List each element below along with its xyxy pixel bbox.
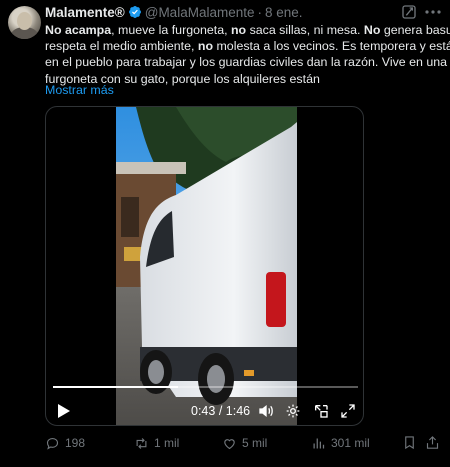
time-separator: /	[215, 404, 226, 418]
author-handle[interactable]: @MalaMalamente	[145, 5, 255, 20]
show-more-link[interactable]: Mostrar más	[45, 83, 114, 97]
duration: 1:46	[225, 404, 251, 418]
bold-text: No acampa	[45, 23, 112, 37]
author-name[interactable]: Malamente®	[45, 5, 125, 20]
play-icon[interactable]	[58, 404, 70, 418]
pip-icon[interactable]	[313, 403, 329, 419]
avatar[interactable]	[8, 6, 41, 39]
like-icon	[224, 438, 235, 449]
tweet-text-line: No acampa, mueve la furgoneta, no saca s…	[45, 22, 450, 38]
tweet-date[interactable]: 8 ene.	[265, 5, 303, 20]
views-icon	[313, 438, 325, 448]
reply-button[interactable]: 198	[45, 433, 85, 453]
grok-icon[interactable]	[401, 4, 417, 20]
bold-text: no	[230, 23, 247, 37]
text-run: saca sillas, ni mesa.	[246, 23, 364, 37]
bold-text: no	[197, 39, 214, 54]
verified-badge-icon	[128, 6, 141, 18]
tweet-text: No acampa, mueve la furgoneta, no saca s…	[45, 22, 450, 87]
tweet-text-line: respeta el medio ambiente, no molesta a …	[45, 38, 450, 54]
more-icon[interactable]	[423, 2, 443, 22]
bookmark-icon[interactable]	[402, 435, 417, 450]
tweet-header: Malamente® @MalaMalamente · 8 ene.	[45, 4, 303, 20]
like-button[interactable]: 5 mil	[222, 433, 267, 453]
tweet[interactable]: Malamente® @MalaMalamente · 8 ene. No ac…	[0, 0, 450, 467]
text-run: en el pueblo para trabajar y los guardia…	[45, 55, 448, 70]
video-controls: 0:43 / 1:46	[46, 377, 363, 425]
header-separator: ·	[257, 4, 262, 20]
progress-fill[interactable]	[53, 386, 178, 388]
fullscreen-icon[interactable]	[340, 403, 356, 419]
text-run: respeta el medio ambiente,	[45, 39, 198, 54]
action-bar: 198 1 mil 5 mil 301 mil	[0, 433, 450, 453]
repost-button[interactable]: 1 mil	[134, 433, 179, 453]
views-button[interactable]: 301 mil	[311, 433, 370, 453]
settings-icon[interactable]	[285, 403, 301, 419]
text-run: , mueve la furgoneta,	[111, 23, 231, 37]
repost-count: 1 mil	[154, 436, 180, 450]
share-icon[interactable]	[425, 435, 440, 450]
volume-icon[interactable]	[258, 403, 274, 419]
like-count: 5 mil	[242, 436, 268, 450]
repost-icon	[136, 437, 147, 449]
video-player[interactable]: 0:43 / 1:46	[45, 106, 364, 426]
bold-text: No	[363, 23, 381, 37]
video-time: 0:43 / 1:46	[191, 404, 250, 418]
text-run: genera basura,	[383, 23, 450, 37]
views-count: 301 mil	[331, 436, 370, 450]
current-time: 0:43	[191, 404, 216, 418]
tweet-text-line: en el pueblo para trabajar y los guardia…	[45, 54, 448, 70]
reply-icon	[46, 437, 59, 450]
reply-count: 198	[65, 436, 86, 450]
text-run: molesta a los vecinos. Es temporera y es…	[213, 39, 450, 54]
